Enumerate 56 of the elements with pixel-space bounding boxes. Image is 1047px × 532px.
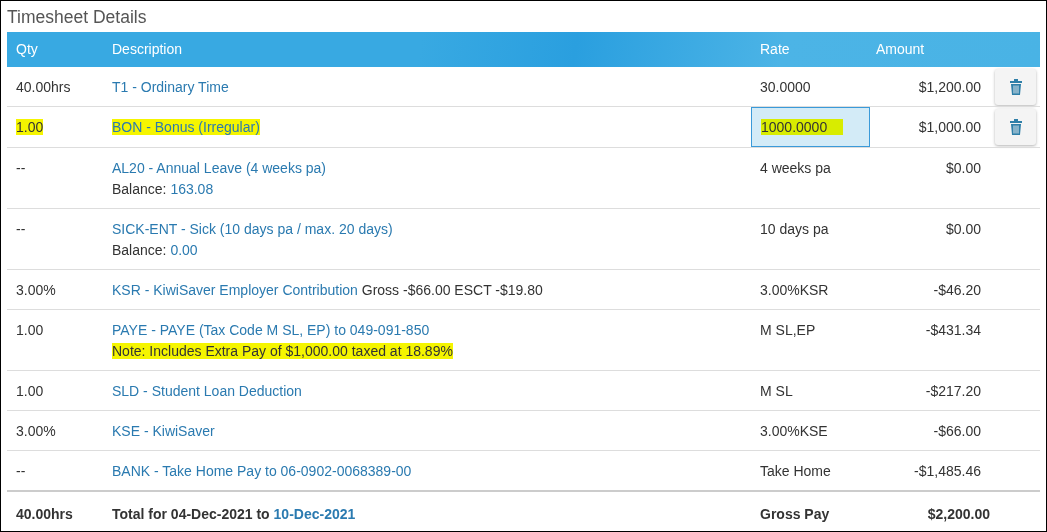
description-link[interactable]: AL20 - Annual Leave (4 weeks pa)	[112, 160, 327, 176]
period-text: Total for 04-Dec-2021 to	[112, 506, 270, 522]
description-link[interactable]: SLD - Student Loan Deduction	[112, 383, 302, 399]
balance-label: Balance:	[112, 181, 167, 197]
gross-pay-label: Gross Pay	[760, 506, 830, 522]
note-text: Note: Includes Extra Pay of $1,000.00 taxed at 18.89%	[112, 343, 453, 359]
column-header: Rate	[759, 40, 790, 59]
qty-text: 1.00	[16, 322, 44, 338]
column-header: Amount	[875, 40, 925, 59]
total-qty: 40.00hrs	[16, 506, 73, 522]
rate-text: 30.0000	[760, 79, 811, 95]
amount-text: -$1,485.46	[914, 463, 981, 479]
rate-text: M SL,EP	[760, 322, 816, 338]
rate-text: 3.00%KSE	[760, 423, 828, 439]
period-end-link[interactable]: 10-Dec-2021	[273, 506, 356, 522]
description-link[interactable]: BANK - Take Home Pay to 06-0902-0068389-00	[112, 463, 412, 479]
description-link[interactable]: BON - Bonus (Irregular)	[112, 119, 260, 135]
description-link[interactable]: KSE - KiwiSaver	[112, 423, 215, 439]
description-link[interactable]: PAYE - PAYE (Tax Code M SL, EP) to 049-091-850	[112, 322, 430, 338]
contribution-text: Gross -$66.00 ESCT -$19.80	[361, 282, 543, 298]
amount-text: $0.00	[945, 160, 981, 176]
qty-text: 3.00%	[16, 282, 56, 298]
delete-button[interactable]	[995, 69, 1036, 105]
rate-text: 3.00%KSR	[760, 282, 829, 298]
description-link[interactable]: SICK-ENT - Sick (10 days pa / max. 20 days)	[112, 221, 393, 237]
qty-text: --	[16, 160, 26, 176]
description-link[interactable]: T1 - Ordinary Time	[112, 79, 229, 95]
rate-text: 10 days pa	[760, 221, 829, 237]
rate-field[interactable]: 1000.0000	[751, 107, 870, 147]
amount-text: -$46.20	[933, 282, 981, 298]
amount-text: -$66.00	[933, 423, 981, 439]
gross-pay-amount: $2,200.00	[927, 506, 990, 522]
amount-text: $0.00	[945, 221, 981, 237]
trash-icon	[1009, 119, 1022, 135]
delete-button[interactable]	[995, 109, 1036, 145]
amount-text: -$217.20	[925, 383, 981, 399]
qty-text: --	[16, 463, 26, 479]
qty-text: 40.00hrs	[16, 79, 71, 95]
qty-text: --	[16, 221, 26, 237]
balance-link[interactable]: 0.00	[170, 242, 198, 258]
amount-text: $1,000.00	[918, 119, 981, 135]
trash-icon	[1009, 79, 1022, 95]
rate-text: 4 weeks pa	[760, 160, 831, 176]
balance-label: Balance:	[112, 242, 167, 258]
qty-text: 1.00	[16, 119, 44, 135]
panel-title: Timesheet Details	[7, 6, 148, 29]
column-header: Description	[112, 40, 183, 59]
amount-text: $1,200.00	[918, 79, 981, 95]
balance-link[interactable]: 163.08	[170, 181, 214, 197]
qty-text: 3.00%	[16, 423, 56, 439]
column-header: Qty	[15, 40, 38, 59]
qty-text: 1.00	[16, 383, 44, 399]
rate-text: Take Home	[760, 463, 831, 479]
amount-text: -$431.34	[925, 322, 981, 338]
rate-text: M SL	[760, 383, 793, 399]
description-link[interactable]: KSR - KiwiSaver Employer Contribution	[112, 282, 358, 298]
